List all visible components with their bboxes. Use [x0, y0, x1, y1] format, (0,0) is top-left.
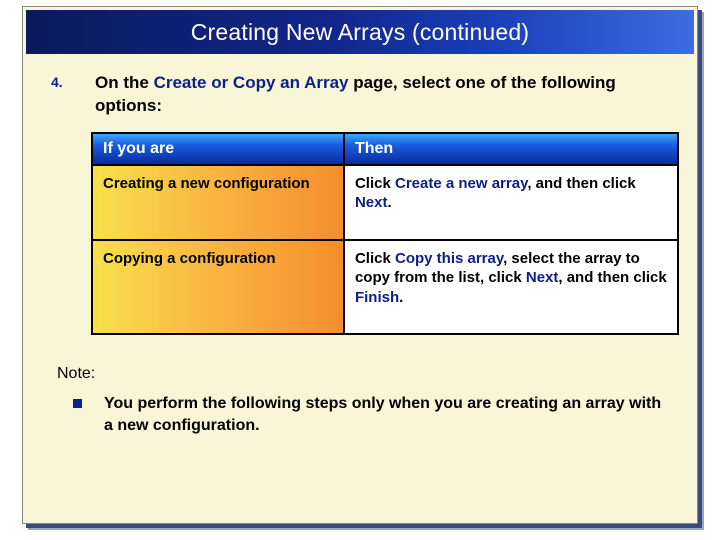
- table-row: Copying a configuration Click Copy this …: [92, 240, 678, 335]
- keyword: Copy this array: [395, 250, 503, 267]
- note-label: Note:: [57, 365, 669, 383]
- square-bullet-icon: [73, 399, 82, 408]
- keyword: Create a new array: [395, 175, 527, 192]
- step-keyword: Create or Copy an Array: [154, 73, 349, 92]
- table-header-right: Then: [344, 133, 678, 165]
- text: , and then click: [558, 269, 666, 286]
- content-area: 4. On the Create or Copy an Array page, …: [23, 54, 697, 437]
- options-table-wrap: If you are Then Creating a new configura…: [91, 132, 679, 336]
- table-row: Creating a new configuration Click Creat…: [92, 165, 678, 240]
- text: Click: [355, 175, 395, 192]
- cell-action: Click Create a new array, and then click…: [344, 165, 678, 240]
- note-text: You perform the following steps only whe…: [104, 393, 665, 436]
- slide-container: Creating New Arrays (continued) 4. On th…: [22, 6, 698, 524]
- keyword: Next: [526, 269, 559, 286]
- cell-condition: Copying a configuration: [92, 240, 344, 335]
- step-item: 4. On the Create or Copy an Array page, …: [51, 72, 669, 118]
- cell-condition: Creating a new configuration: [92, 165, 344, 240]
- step-number: 4.: [51, 72, 71, 90]
- keyword: Finish: [355, 289, 399, 306]
- options-table: If you are Then Creating a new configura…: [91, 132, 679, 336]
- text: , and then click: [527, 175, 635, 192]
- table-header-left: If you are: [92, 133, 344, 165]
- step-instruction: On the Create or Copy an Array page, sel…: [95, 72, 669, 118]
- text: Click: [355, 250, 395, 267]
- note-item: You perform the following steps only whe…: [73, 393, 665, 436]
- slide-title: Creating New Arrays (continued): [191, 19, 530, 46]
- step-prefix: On the: [95, 73, 154, 92]
- text: .: [399, 289, 403, 306]
- keyword: Next: [355, 194, 388, 211]
- table-header-row: If you are Then: [92, 133, 678, 165]
- title-bar: Creating New Arrays (continued): [26, 10, 694, 54]
- cell-action: Click Copy this array, select the array …: [344, 240, 678, 335]
- text: .: [387, 194, 391, 211]
